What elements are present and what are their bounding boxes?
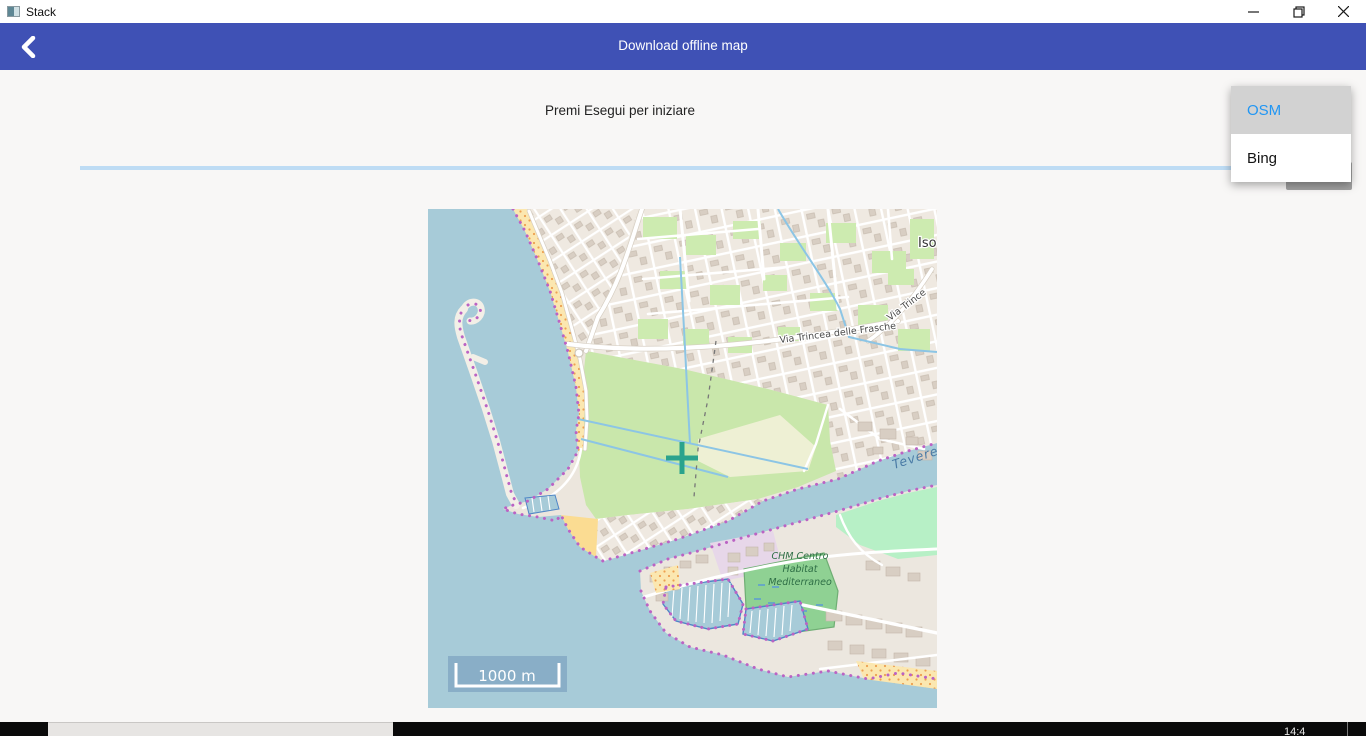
map-label-place: Iso	[918, 236, 937, 251]
map-scale-label: 1000 m	[478, 667, 536, 685]
taskbar	[0, 722, 1366, 736]
screen: Stack Downlo	[0, 0, 1366, 736]
app-icon	[7, 6, 20, 17]
dropdown-item-bing[interactable]: Bing	[1231, 134, 1351, 182]
taskbar-separator	[1347, 722, 1348, 736]
close-icon	[1338, 6, 1349, 17]
instruction-text: Premi Esegui per iniziare	[545, 103, 695, 118]
taskbar-app-segment[interactable]	[48, 722, 393, 736]
minimize-button[interactable]	[1231, 0, 1276, 23]
map-scale-bar: 1000 m	[448, 656, 567, 692]
minimize-icon	[1248, 6, 1259, 17]
progress-bar	[80, 166, 1287, 170]
svg-text:CHM Centro: CHM Centro	[772, 551, 829, 562]
restore-icon	[1293, 6, 1305, 18]
restore-button[interactable]	[1276, 0, 1321, 23]
dropdown-item-osm[interactable]: OSM	[1231, 86, 1351, 134]
map-source-dropdown: OSM Bing	[1231, 86, 1351, 182]
close-button[interactable]	[1321, 0, 1366, 23]
svg-text:Habitat: Habitat	[783, 564, 819, 575]
svg-text:Mediterraneo: Mediterraneo	[768, 577, 832, 588]
window-titlebar: Stack	[0, 0, 1366, 23]
page-title: Download offline map	[0, 38, 1366, 53]
content-area: Premi Esegui per iniziare OSM Bing	[0, 70, 1366, 722]
map-canvas: Iso Via Trincea delle Frasche Via Trince…	[428, 209, 937, 708]
map-roundabout	[575, 349, 583, 357]
map-view[interactable]: Iso Via Trincea delle Frasche Via Trince…	[428, 209, 937, 708]
app-header: Download offline map	[0, 23, 1366, 70]
taskbar-clock[interactable]: 14:4	[1284, 726, 1305, 736]
window-title: Stack	[26, 5, 56, 19]
